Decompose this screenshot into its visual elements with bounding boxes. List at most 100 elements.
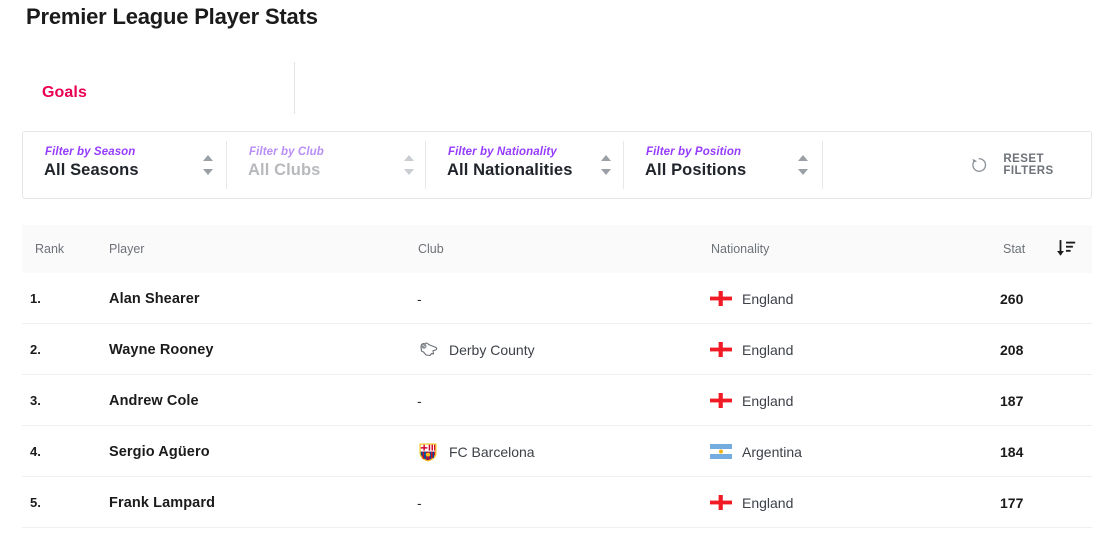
filter-season-value: All Seasons [44,161,139,179]
nationality-name: England [742,494,794,511]
chevron-up-icon [601,155,611,161]
flag-england-icon [710,342,732,357]
club-empty: - [417,494,422,511]
player-name: Wayne Rooney [109,341,214,358]
column-header-player[interactable]: Player [109,242,144,256]
reset-arrow-icon [972,158,987,172]
cell-club[interactable]: Derby County [417,324,707,375]
table-row[interactable]: 1. Alan Shearer - England 260 [22,273,1092,324]
column-header-rank[interactable]: Rank [35,242,64,256]
cell-nationality: England [710,375,990,426]
filter-club-label: Filter by Club [249,146,324,158]
cell-stat: 260 [1000,273,1070,324]
column-header-nationality[interactable]: Nationality [711,242,769,256]
flag-england-icon [710,393,732,408]
stat-value: 260 [1000,290,1024,307]
filter-season-label: Filter by Season [45,146,136,158]
table-header-row: Rank Player Club Nationality Stat [22,225,1092,273]
club-name: Derby County [449,341,535,358]
cell-rank: 3. [30,375,100,426]
filter-nationality-stepper-icon[interactable] [601,155,612,175]
flag-england-icon [710,291,732,306]
flag-argentina-icon [710,444,732,459]
filter-season[interactable]: Filter by Season All Seasons [23,132,226,198]
player-name: Alan Shearer [109,290,200,307]
filter-season-stepper-icon[interactable] [203,155,214,175]
club-empty: - [417,392,422,409]
cell-club[interactable]: - [417,477,707,528]
player-name: Frank Lampard [109,494,216,511]
stat-select-divider [294,62,295,114]
nationality-name: England [742,392,794,409]
nationality-name: England [742,290,794,307]
table-body: 1. Alan Shearer - England 260 2. Wayne Rooney D… [22,273,1092,528]
rank-value: 1. [30,291,41,306]
cell-club[interactable]: FC Barcelona [417,426,707,477]
filter-position-stepper-icon[interactable] [798,155,809,175]
badge-fc-barcelona-icon [419,443,437,461]
cell-nationality: Argentina [710,426,990,477]
filter-club-stepper-icon[interactable] [404,155,415,175]
nationality-name: England [742,341,794,358]
rank-value: 3. [30,393,41,408]
player-name: Andrew Cole [109,392,199,409]
column-header-stat[interactable]: Stat [1003,242,1025,256]
chevron-up-icon [203,155,213,161]
stat-type-value: Goals [42,84,87,101]
player-name: Sergio Agüero [109,443,210,460]
rank-value: 2. [30,342,41,357]
cell-player[interactable]: Andrew Cole [109,375,409,426]
sort-descending-icon[interactable] [1055,238,1077,260]
player-stats-table: Rank Player Club Nationality Stat 1. Alan… [22,225,1092,528]
cell-player[interactable]: Wayne Rooney [109,324,409,375]
chevron-up-icon [404,155,414,161]
table-row[interactable]: 4. Sergio Agüero FC Barcelona Argentina 184 [22,426,1092,477]
cell-nationality: England [710,477,990,528]
cell-player[interactable]: Sergio Agüero [109,426,409,477]
filter-club-value: All Clubs [248,161,321,179]
column-header-club[interactable]: Club [418,242,444,256]
cell-stat: 208 [1000,324,1070,375]
stat-type-select[interactable]: Goals [22,62,304,152]
chevron-down-icon [798,169,808,175]
cell-rank: 5. [30,477,100,528]
cell-player[interactable]: Frank Lampard [109,477,409,528]
filter-nationality-label: Filter by Nationality [448,146,557,158]
reset-filters-button[interactable]: RESET FILTERS [969,153,1091,177]
filter-position-value: All Positions [645,161,747,179]
filter-nationality-value: All Nationalities [447,161,573,179]
cell-nationality: England [710,324,990,375]
club-name: FC Barcelona [449,443,535,460]
cell-stat: 177 [1000,477,1070,528]
filter-bar: Filter by Season All Seasons Filter by C… [22,131,1092,199]
cell-player[interactable]: Alan Shearer [109,273,409,324]
stat-value: 177 [1000,494,1024,511]
stat-value: 187 [1000,392,1024,409]
table-row[interactable]: 5. Frank Lampard - England 177 [22,477,1092,528]
table-row[interactable]: 3. Andrew Cole - England 187 [22,375,1092,426]
stat-value: 208 [1000,341,1024,358]
filter-club[interactable]: Filter by Club All Clubs [227,132,425,198]
cell-rank: 1. [30,273,100,324]
chevron-down-icon [601,169,611,175]
flag-england-icon [710,495,732,510]
cell-stat: 187 [1000,375,1070,426]
table-row[interactable]: 2. Wayne Rooney Derby County England 208 [22,324,1092,375]
filter-position[interactable]: Filter by Position All Positions [624,132,822,198]
chevron-down-icon [203,169,213,175]
chevron-up-icon [798,155,808,161]
reset-filters-label: RESET FILTERS [1003,153,1054,177]
badge-derby-county-icon [420,342,438,356]
cell-stat: 184 [1000,426,1070,477]
filter-divider [822,141,823,189]
rank-value: 4. [30,444,41,459]
filter-nationality[interactable]: Filter by Nationality All Nationalities [426,132,623,198]
rank-value: 5. [30,495,41,510]
nationality-name: Argentina [742,443,802,460]
cell-club[interactable]: - [417,375,707,426]
player-stats-page: Premier League Player Stats Goals Filter… [0,0,1102,533]
club-empty: - [417,290,422,307]
cell-club[interactable]: - [417,273,707,324]
page-title: Premier League Player Stats [26,4,318,29]
stat-value: 184 [1000,443,1024,460]
